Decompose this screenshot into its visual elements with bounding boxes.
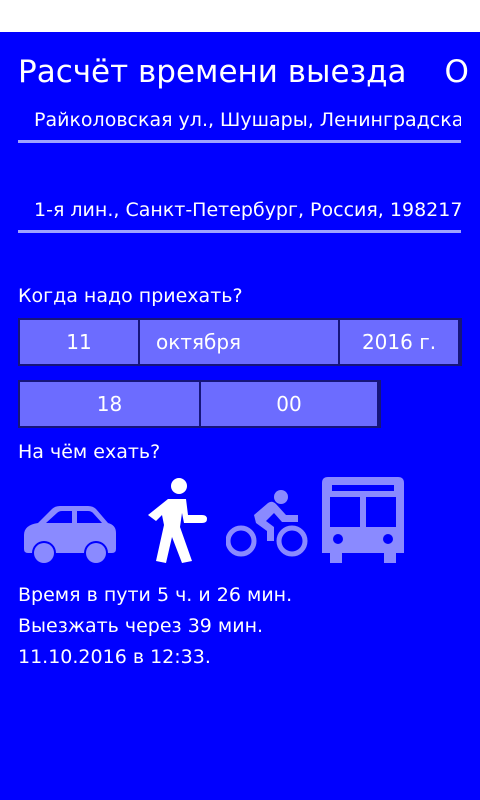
bike-mode-button[interactable] xyxy=(226,489,308,559)
pivot-next-title[interactable]: О п xyxy=(445,54,480,90)
leave-at-text: 11.10.2016 в 12:33. xyxy=(18,646,211,668)
travel-time-text: Время в пути 5 ч. и 26 мин. xyxy=(18,584,293,606)
page-title[interactable]: Расчёт времени выезда xyxy=(18,54,407,90)
pivot-header: Расчёт времени выезда О п xyxy=(18,52,480,92)
to-address-field[interactable] xyxy=(18,190,461,233)
month-picker[interactable]: октября xyxy=(138,320,338,364)
from-address-field[interactable] xyxy=(18,100,461,143)
time-picker[interactable]: 18 00 xyxy=(18,380,381,428)
transport-mode-selector xyxy=(18,477,418,567)
minute-picker[interactable]: 00 xyxy=(199,382,377,426)
year-picker[interactable]: 2016 г. xyxy=(338,320,458,364)
car-icon xyxy=(24,506,116,563)
day-picker[interactable]: 11 xyxy=(20,320,138,364)
hour-picker[interactable]: 18 xyxy=(20,382,199,426)
car-mode-button[interactable] xyxy=(22,505,118,565)
status-bar xyxy=(0,0,480,32)
leave-in-text: Выезжать через 39 мин. xyxy=(18,615,264,637)
bus-mode-button[interactable] xyxy=(320,477,406,565)
transport-label: На чём ехать? xyxy=(18,441,161,463)
date-picker[interactable]: 11 октября 2016 г. xyxy=(18,318,462,366)
arrival-label: Когда надо приехать? xyxy=(18,285,243,307)
bike-icon xyxy=(226,490,308,557)
walk-mode-button[interactable] xyxy=(144,477,214,565)
to-address-input[interactable] xyxy=(18,190,461,230)
from-address-input[interactable] xyxy=(18,100,461,140)
walk-icon xyxy=(148,478,207,563)
result-panel: Время в пути 5 ч. и 26 мин. Выезжать чер… xyxy=(18,580,292,673)
bus-icon xyxy=(322,477,404,563)
app-page: Расчёт времени выезда О п Когда надо прие… xyxy=(0,32,480,800)
